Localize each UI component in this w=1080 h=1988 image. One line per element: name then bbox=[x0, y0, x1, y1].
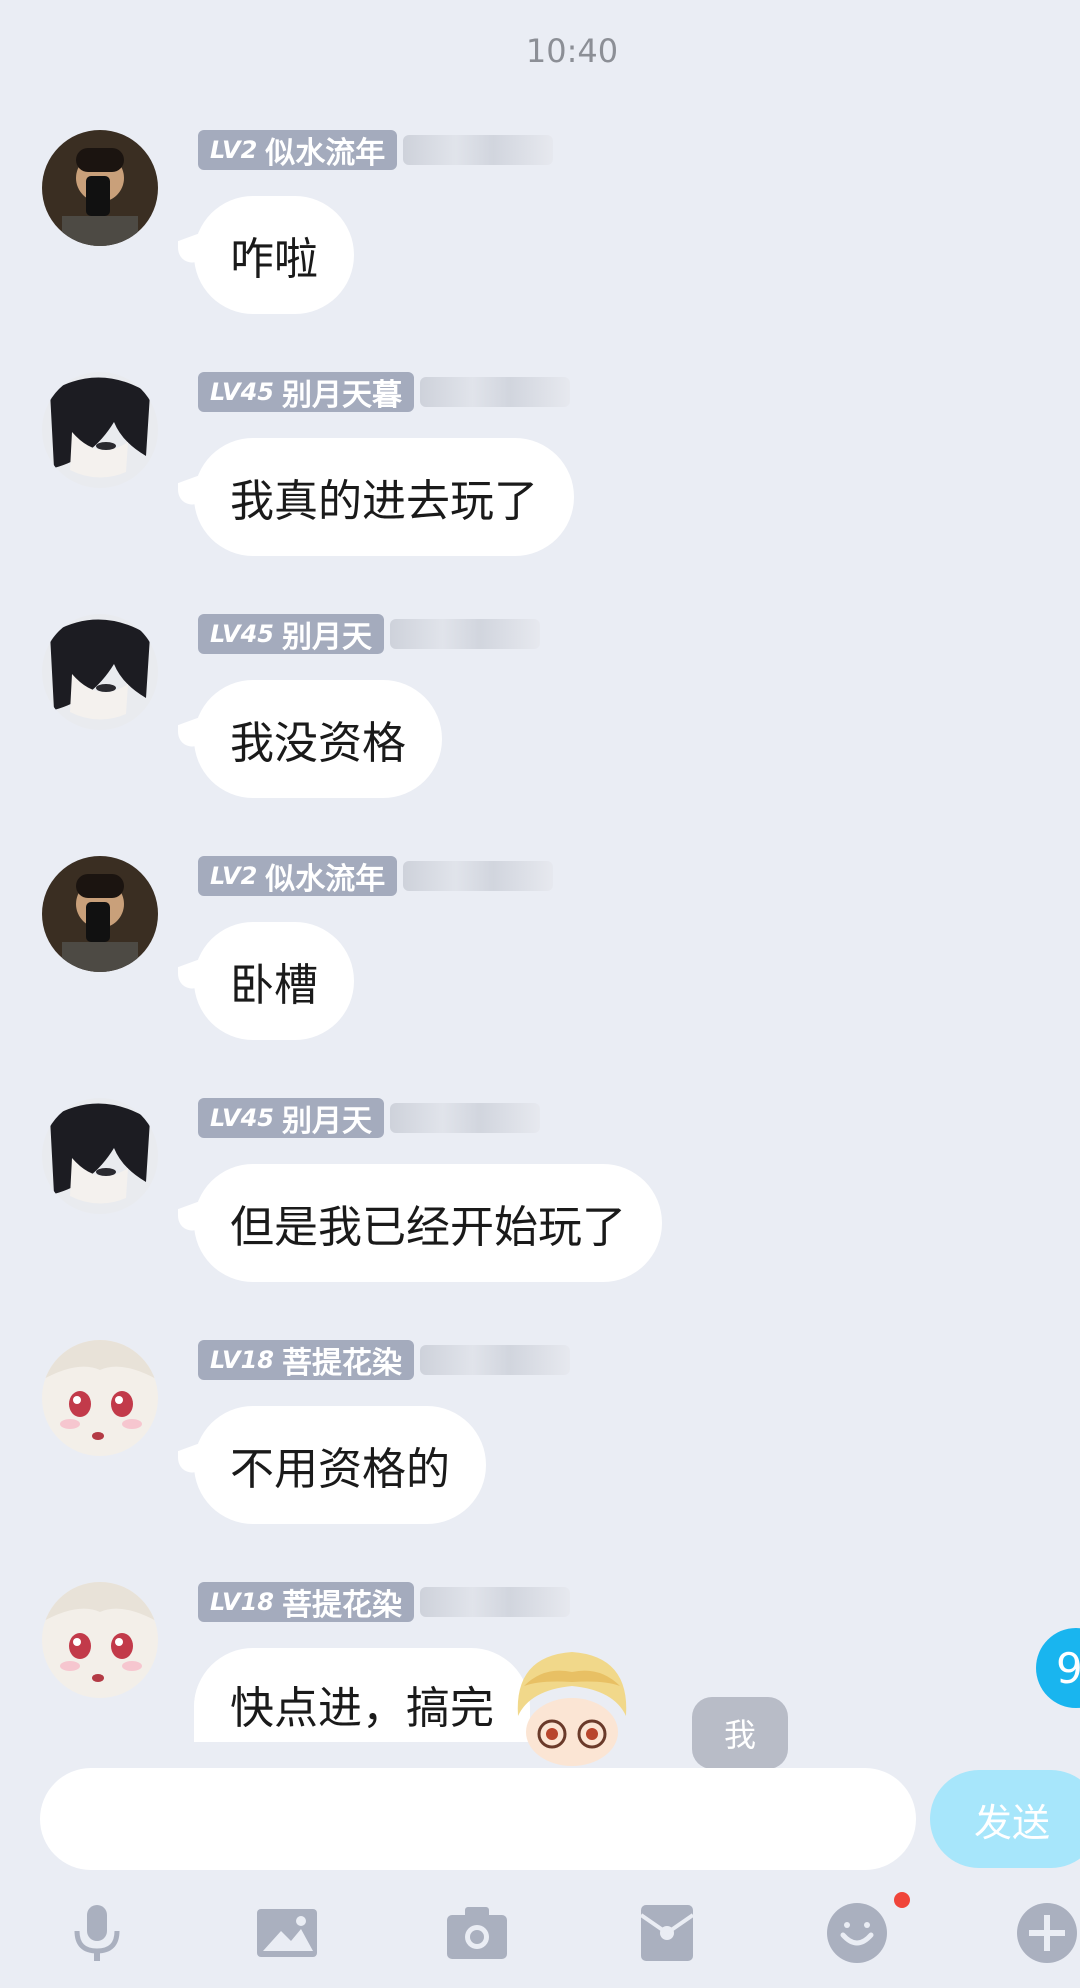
sender-name: 菩提花染 bbox=[281, 1588, 402, 1623]
sender-line: LV45 别月天 bbox=[198, 1098, 540, 1139]
image-icon[interactable] bbox=[252, 1898, 322, 1968]
level-label: LV2 bbox=[210, 862, 258, 890]
blurred-title bbox=[419, 1345, 570, 1375]
selfie-photo-avatar[interactable] bbox=[42, 856, 158, 972]
sender-line: LV45 别月天 bbox=[198, 614, 540, 655]
input-toolbar bbox=[0, 1898, 1080, 1974]
anime-white-hair-avatar[interactable] bbox=[42, 1340, 158, 1456]
emoji-icon[interactable] bbox=[822, 1898, 892, 1968]
blurred-title bbox=[403, 861, 554, 891]
message-bubble[interactable]: 我没资格 bbox=[194, 680, 442, 798]
message-bubble[interactable]: 我真的进去玩了 bbox=[194, 438, 574, 556]
chat-message: LV45 别月天 但是我已经开始玩了 bbox=[0, 1098, 1080, 1318]
message-bubble[interactable]: 快点进，搞完 bbox=[194, 1648, 530, 1742]
sender-name: 似水流年 bbox=[265, 862, 386, 897]
chat-message: LV18 菩提花染 不用资格的 bbox=[0, 1340, 1080, 1560]
camera-icon[interactable] bbox=[442, 1898, 512, 1968]
message-bubble[interactable]: 不用资格的 bbox=[194, 1406, 486, 1524]
level-label: LV18 bbox=[210, 1588, 274, 1616]
chat-message: LV45 别月天 我没资格 bbox=[0, 614, 1080, 834]
message-bubble[interactable]: 卧槽 bbox=[194, 922, 354, 1040]
blurred-title bbox=[389, 1103, 540, 1133]
message-bubble[interactable]: 但是我已经开始玩了 bbox=[194, 1164, 662, 1282]
level-name-badge[interactable]: LV18 菩提花染 bbox=[198, 1340, 414, 1381]
level-label: LV45 bbox=[210, 1104, 274, 1132]
sender-line: LV2 似水流年 bbox=[198, 130, 554, 171]
level-name-badge[interactable]: LV45 别月天 bbox=[198, 614, 384, 655]
level-label: LV45 bbox=[210, 378, 274, 406]
blurred-title bbox=[419, 377, 570, 407]
level-label: LV2 bbox=[210, 136, 258, 164]
anime-dark-hair-avatar[interactable] bbox=[42, 614, 158, 730]
chat-timestamp: 10:40 bbox=[525, 32, 619, 70]
sender-line: LV18 菩提花染 bbox=[198, 1582, 570, 1623]
sender-name: 别月天暮 bbox=[281, 378, 402, 413]
blurred-title bbox=[403, 135, 554, 165]
level-label: LV18 bbox=[210, 1346, 274, 1374]
sender-name: 别月天 bbox=[281, 620, 372, 655]
sender-name: 似水流年 bbox=[265, 136, 386, 171]
level-name-badge[interactable]: LV2 似水流年 bbox=[198, 856, 398, 897]
chat-message: LV45 别月天暮 我真的进去玩了 bbox=[0, 372, 1080, 592]
red-packet-icon[interactable] bbox=[632, 1898, 702, 1968]
sender-line: LV45 别月天暮 bbox=[198, 372, 570, 413]
selfie-photo-avatar[interactable] bbox=[42, 130, 158, 246]
anime-white-hair-avatar[interactable] bbox=[42, 1582, 158, 1698]
mascot-sticker[interactable] bbox=[504, 1646, 640, 1766]
level-name-badge[interactable]: LV45 别月天暮 bbox=[198, 372, 414, 413]
me-chip[interactable]: 我 bbox=[692, 1697, 788, 1769]
microphone-icon[interactable] bbox=[62, 1898, 132, 1968]
anime-dark-hair-avatar[interactable] bbox=[42, 1098, 158, 1214]
send-button[interactable]: 发送 bbox=[930, 1770, 1080, 1868]
chat-message: LV2 似水流年 咋啦 bbox=[0, 130, 1080, 350]
sender-name: 别月天 bbox=[281, 1104, 372, 1139]
message-input[interactable] bbox=[40, 1768, 916, 1870]
level-label: LV45 bbox=[210, 620, 274, 648]
level-name-badge[interactable]: LV45 别月天 bbox=[198, 1098, 384, 1139]
sender-line: LV18 菩提花染 bbox=[198, 1340, 570, 1381]
sender-name: 菩提花染 bbox=[281, 1346, 402, 1381]
plus-icon[interactable] bbox=[1012, 1898, 1080, 1968]
blurred-title bbox=[389, 619, 540, 649]
blurred-title bbox=[419, 1587, 570, 1617]
notification-dot bbox=[894, 1892, 910, 1908]
sender-line: LV2 似水流年 bbox=[198, 856, 554, 897]
message-bubble[interactable]: 咋啦 bbox=[194, 196, 354, 314]
anime-dark-hair-avatar[interactable] bbox=[42, 372, 158, 488]
level-name-badge[interactable]: LV2 似水流年 bbox=[198, 130, 398, 171]
chat-message: LV2 似水流年 卧槽 bbox=[0, 856, 1080, 1076]
level-name-badge[interactable]: LV18 菩提花染 bbox=[198, 1582, 414, 1623]
